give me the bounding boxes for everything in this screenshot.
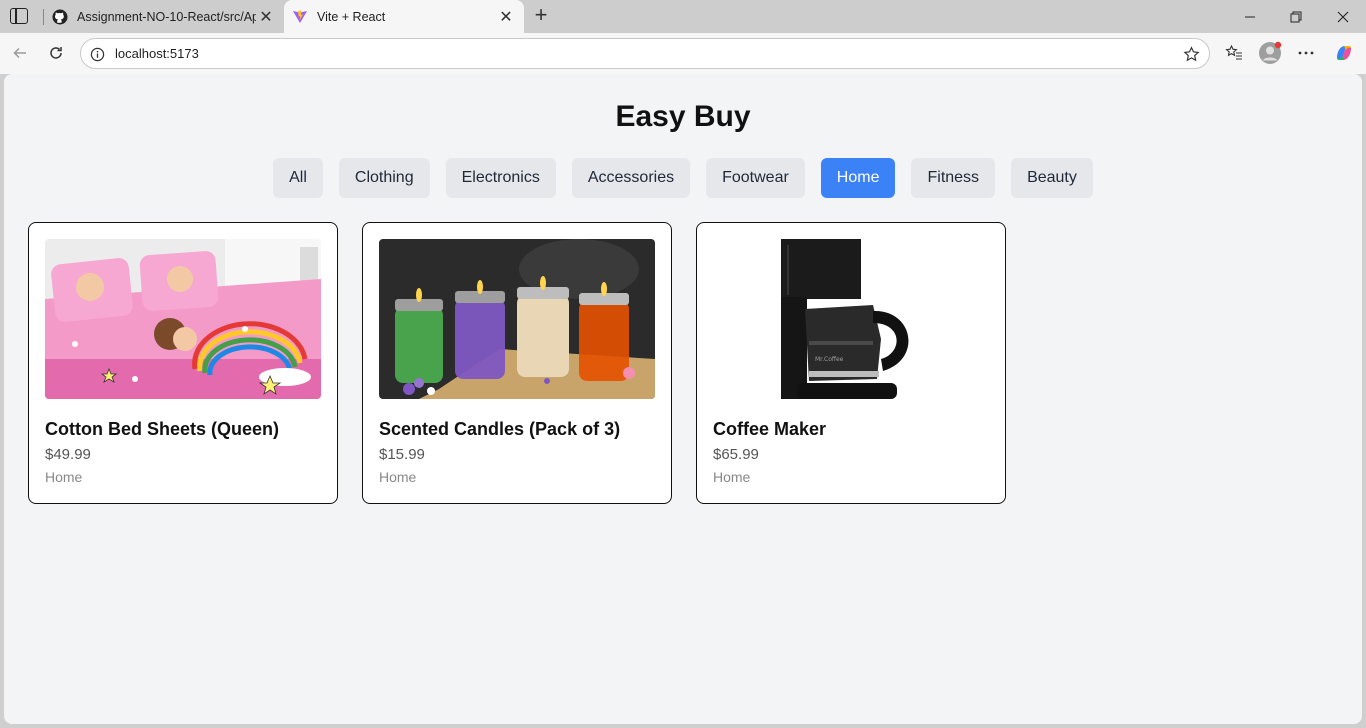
tab-title: Vite + React: [317, 9, 386, 24]
close-icon[interactable]: ✕: [256, 7, 276, 27]
filter-accessories-button[interactable]: Accessories: [571, 158, 691, 198]
minimize-button[interactable]: [1227, 0, 1273, 33]
filter-electronics-button[interactable]: Electronics: [445, 158, 556, 198]
github-icon: [52, 9, 68, 25]
close-icon[interactable]: ✕: [496, 7, 516, 27]
filter-home-button[interactable]: Home: [820, 158, 896, 198]
restore-button[interactable]: [1273, 0, 1319, 33]
product-image-coffee-maker: Mr.Coffee: [713, 239, 989, 399]
tab-actions-icon[interactable]: [10, 8, 28, 24]
filter-beauty-button[interactable]: Beauty: [1011, 158, 1093, 198]
tab-strip: Assignment-NO-10-React/src/App ✕ Vite + …: [0, 0, 1366, 33]
url-text: localhost:5173: [115, 46, 199, 61]
tab-title: Assignment-NO-10-React/src/App: [77, 9, 256, 24]
tab-vite[interactable]: Vite + React ✕: [284, 0, 524, 33]
product-price: $15.99: [379, 446, 425, 463]
product-grid: Cotton Bed Sheets (Queen) $49.99 Home Sc…: [28, 222, 1006, 504]
product-category: Home: [45, 469, 83, 485]
filter-fitness-button[interactable]: Fitness: [911, 158, 996, 198]
site-info-icon[interactable]: [89, 46, 105, 62]
favorite-star-icon[interactable]: [1181, 44, 1201, 64]
tab-github[interactable]: Assignment-NO-10-React/src/App ✕: [44, 0, 284, 33]
browser-toolbar: localhost:5173: [0, 33, 1366, 74]
product-image-bed-sheets: [45, 239, 321, 399]
product-category: Home: [379, 469, 417, 485]
product-image-scented-candles: [379, 239, 655, 399]
product-price: $65.99: [713, 446, 759, 463]
product-name: Cotton Bed Sheets (Queen): [45, 419, 280, 439]
favorites-icon[interactable]: [1220, 39, 1248, 67]
back-button[interactable]: [6, 39, 34, 67]
product-card[interactable]: Mr.Coffee Coffee Maker $65.99 Home: [696, 222, 1006, 504]
product-card[interactable]: Cotton Bed Sheets (Queen) $49.99 Home: [28, 222, 338, 504]
category-filter-bar: All Clothing Electronics Accessories Foo…: [4, 158, 1362, 198]
svg-text:Mr.Coffee: Mr.Coffee: [815, 356, 844, 363]
page-title: Easy Buy: [615, 100, 751, 133]
refresh-button[interactable]: [42, 39, 70, 67]
filter-footwear-button[interactable]: Footwear: [706, 158, 805, 198]
product-card[interactable]: Scented Candles (Pack of 3) $15.99 Home: [362, 222, 672, 504]
product-name: Scented Candles (Pack of 3): [379, 419, 621, 439]
new-tab-button[interactable]: +: [530, 4, 552, 28]
copilot-icon[interactable]: [1330, 39, 1358, 67]
product-category: Home: [713, 469, 751, 485]
profile-avatar[interactable]: [1256, 39, 1284, 67]
product-name: Coffee Maker: [713, 419, 827, 439]
window-close-button[interactable]: [1320, 0, 1366, 33]
vite-icon: [292, 9, 308, 25]
product-price: $49.99: [45, 446, 91, 463]
page-viewport: Easy Buy All Clothing Electronics Access…: [4, 74, 1362, 724]
address-bar[interactable]: localhost:5173: [80, 38, 1210, 69]
filter-clothing-button[interactable]: Clothing: [338, 158, 430, 198]
more-menu-icon[interactable]: [1292, 39, 1320, 67]
filter-all-button[interactable]: All: [273, 158, 323, 198]
